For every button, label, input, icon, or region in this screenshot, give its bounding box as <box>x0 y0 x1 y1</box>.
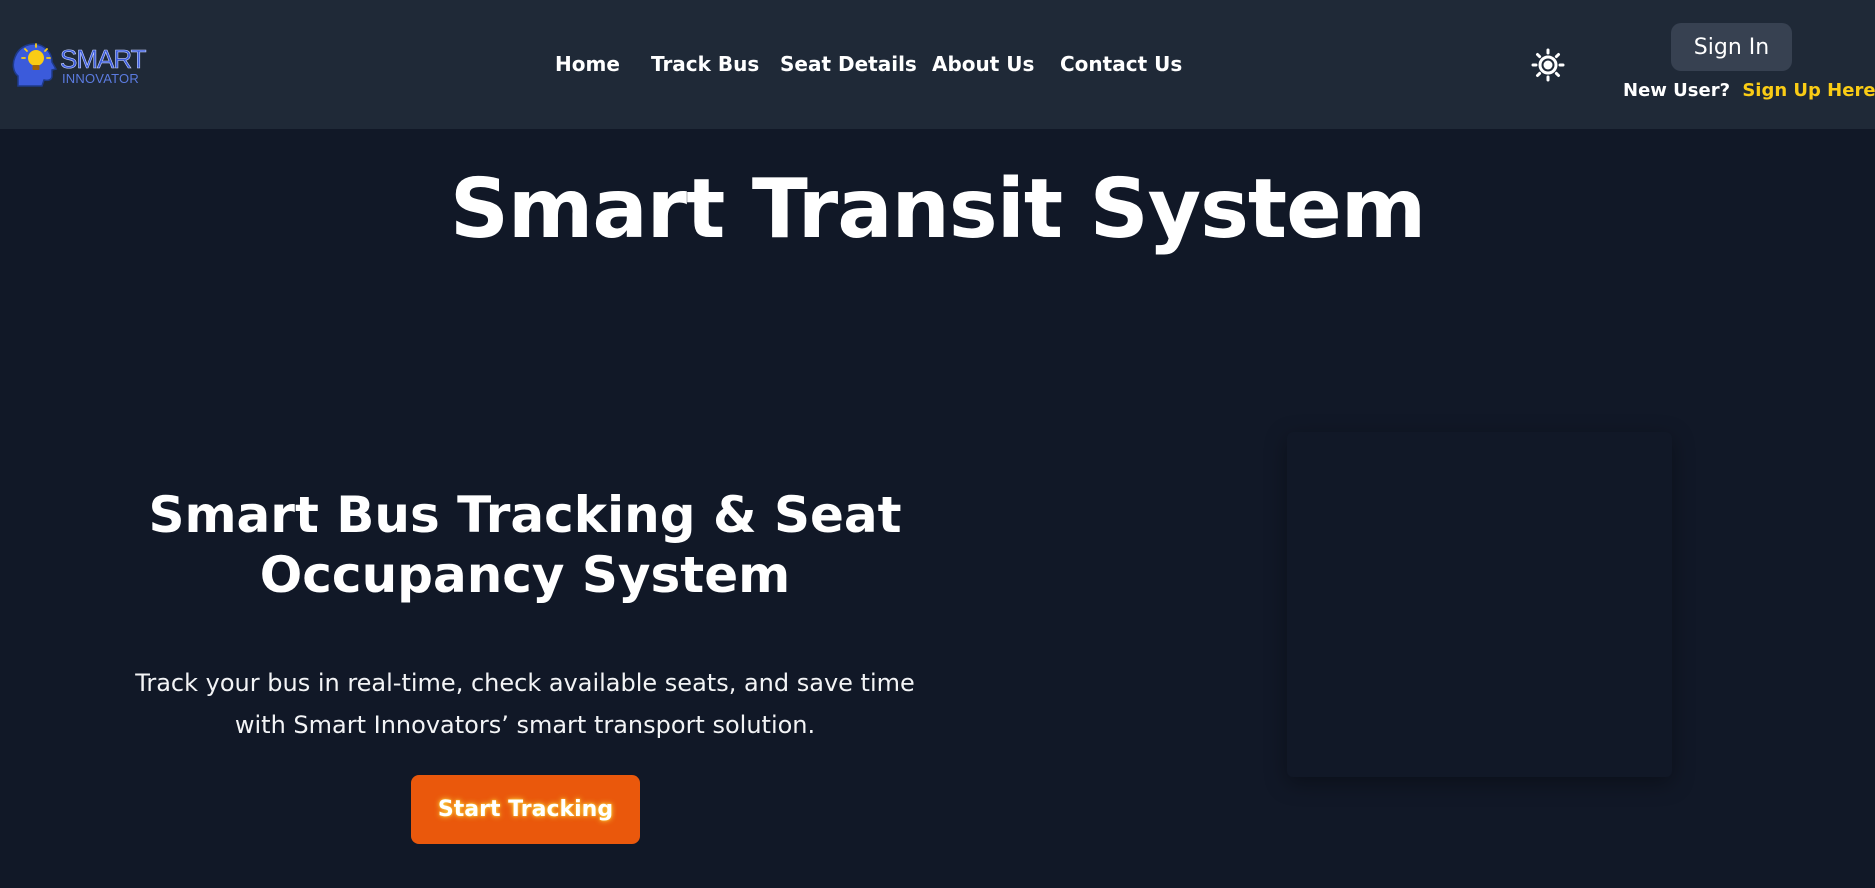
nav-home[interactable]: Home <box>555 52 620 76</box>
navbar: SMART INNOVATOR Home Track Bus Seat Deta… <box>0 0 1875 129</box>
hero-description: Track your bus in real-time, check avail… <box>135 669 915 739</box>
hero-media-placeholder <box>1287 432 1672 777</box>
nav-seat-details[interactable]: Seat Details <box>780 52 917 76</box>
logo-wordmark-bottom: INNOVATOR <box>62 71 139 86</box>
signup-row: New User? Sign Up Here <box>1623 80 1875 101</box>
hero-subtitle: Smart Bus Tracking & Seat Occupancy Syst… <box>148 486 902 604</box>
nav-track-bus[interactable]: Track Bus <box>651 52 759 76</box>
sign-in-button[interactable]: Sign In <box>1671 23 1792 71</box>
signup-prompt: New User? <box>1623 80 1731 101</box>
nav-contact-us[interactable]: Contact Us <box>1060 52 1182 76</box>
page-title: Smart Transit System <box>449 162 1426 257</box>
brand-logo[interactable]: SMART INNOVATOR <box>12 38 152 90</box>
theme-toggle-button[interactable] <box>1530 47 1566 83</box>
head-bulb-icon <box>12 43 58 87</box>
sign-up-link[interactable]: Sign Up Here <box>1742 80 1875 101</box>
sun-icon <box>1531 48 1565 82</box>
nav-about-us[interactable]: About Us <box>932 52 1034 76</box>
start-tracking-button[interactable]: Start Tracking <box>411 775 640 844</box>
